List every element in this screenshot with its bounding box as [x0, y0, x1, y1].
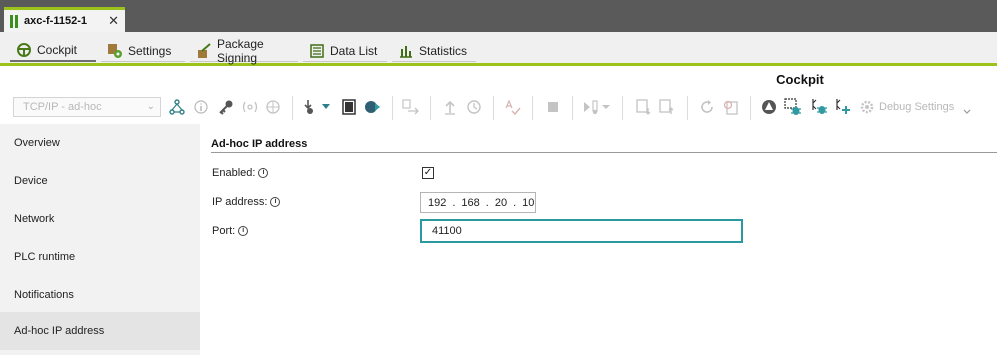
- run-debug-dropdown-icon[interactable]: [582, 97, 612, 117]
- sidebar-item-notifications[interactable]: Notifications: [0, 276, 200, 314]
- debug-bug-select-icon[interactable]: [783, 97, 803, 117]
- toolbar-overflow-chevron-icon[interactable]: [960, 106, 974, 118]
- sidebar-item-device[interactable]: Device: [0, 162, 200, 200]
- toolbar-separator: [493, 96, 494, 120]
- refresh-icon[interactable]: [697, 97, 717, 117]
- upload-icon[interactable]: [440, 97, 460, 117]
- reset-device-icon[interactable]: [721, 97, 741, 117]
- toolbar-separator: [430, 96, 431, 120]
- title-bar: axc-f-1152-1 ✕: [0, 0, 997, 32]
- tab-cockpit[interactable]: Cockpit: [10, 40, 96, 62]
- info-icon[interactable]: i: [238, 226, 249, 236]
- ip-address-label: IP address: i: [212, 196, 281, 208]
- wireless-icon[interactable]: [240, 97, 260, 117]
- spell-check-icon[interactable]: [503, 97, 523, 117]
- data-list-icon: [309, 43, 325, 59]
- toolbar-separator: [750, 96, 751, 120]
- network-topology-icon[interactable]: [167, 97, 187, 117]
- section-divider: [211, 152, 997, 153]
- network-scan-icon[interactable]: [263, 97, 283, 117]
- key-icon[interactable]: [216, 97, 236, 117]
- tab-settings-label: Settings: [128, 43, 172, 58]
- main-content: Ad-hoc IP address Enabled: i ✓ IP addres…: [200, 124, 997, 355]
- clock-icon[interactable]: [464, 97, 484, 117]
- toolbar-separator: [292, 96, 293, 120]
- device-window-icon[interactable]: [339, 97, 359, 117]
- sidebar-item-ad-hoc-ip-address[interactable]: Ad-hoc IP address: [0, 312, 200, 350]
- tab-data-list[interactable]: Data List: [303, 40, 387, 62]
- ip-separator: .: [452, 196, 456, 209]
- info-circle-icon[interactable]: [191, 97, 211, 117]
- statistics-bar-icon: [398, 43, 414, 59]
- checkmark-icon: ✓: [423, 167, 433, 178]
- view-tabs: Cockpit Settings Package Signing Data Li…: [0, 32, 997, 66]
- add-breakpoint-icon[interactable]: [833, 97, 853, 117]
- page-title: Cockpit: [776, 72, 824, 87]
- transfer-icon[interactable]: [401, 97, 421, 117]
- enabled-label: Enabled: i: [212, 167, 269, 179]
- ip-octet-3[interactable]: 20: [495, 197, 507, 209]
- connection-select[interactable]: TCP/IP - ad-hoc ⌄: [13, 97, 161, 117]
- device-icon: [10, 14, 18, 28]
- info-icon[interactable]: i: [258, 168, 269, 178]
- port-input[interactable]: 41100: [420, 219, 743, 243]
- ip-octet-2[interactable]: 168: [461, 197, 479, 209]
- debug-settings-gear-icon[interactable]: [857, 97, 877, 117]
- tab-package-signing-label: Package Signing: [217, 36, 264, 65]
- sidebar-nav: Overview Device Network PLC runtime Noti…: [0, 124, 200, 355]
- toolbar-separator: [572, 96, 573, 120]
- enabled-checkbox[interactable]: ✓: [422, 167, 434, 179]
- document-tab-title: axc-f-1152-1: [24, 15, 87, 27]
- tab-cockpit-label: Cockpit: [37, 43, 78, 57]
- globe-connect-icon[interactable]: [363, 97, 383, 117]
- tab-statistics-label: Statistics: [419, 43, 468, 58]
- sidebar-item-overview[interactable]: Overview: [0, 124, 200, 162]
- port-label-text: Port:: [212, 225, 236, 237]
- ip-octet-1[interactable]: 192: [428, 197, 446, 209]
- document-tab[interactable]: axc-f-1152-1 ✕: [4, 7, 125, 32]
- ip-separator: .: [485, 196, 489, 209]
- sidebar-item-network[interactable]: Network: [0, 200, 200, 238]
- write-memory-icon[interactable]: [634, 97, 654, 117]
- debug-bug-step-icon[interactable]: [809, 97, 829, 117]
- enabled-label-text: Enabled:: [212, 167, 256, 179]
- connection-select-value: TCP/IP - ad-hoc: [23, 101, 102, 113]
- ip-octet-4[interactable]: 10: [522, 197, 534, 209]
- close-tab-icon[interactable]: ✕: [108, 13, 119, 29]
- ip-address-field[interactable]: 192 . 168 . 20 . 10: [420, 192, 536, 213]
- toolbar-separator: [392, 96, 393, 120]
- read-memory-icon[interactable]: [657, 97, 677, 117]
- cockpit-toolbar: Cockpit TCP/IP - ad-hoc ⌄ Debug Settings: [0, 66, 997, 124]
- stop-icon[interactable]: [543, 97, 563, 117]
- tab-data-list-label: Data List: [330, 43, 378, 58]
- debug-settings-button[interactable]: Debug Settings: [879, 101, 954, 113]
- tab-settings[interactable]: Settings: [101, 40, 185, 62]
- tab-statistics[interactable]: Statistics: [392, 40, 476, 62]
- toolbar-separator: [622, 96, 623, 120]
- toolbar-separator: [687, 96, 688, 120]
- sidebar-item-plc-runtime[interactable]: PLC runtime: [0, 238, 200, 276]
- tab-package-signing[interactable]: Package Signing: [190, 36, 298, 65]
- package-signing-icon: [196, 42, 212, 59]
- chevron-down-icon: ⌄: [146, 101, 155, 112]
- info-icon[interactable]: i: [270, 197, 281, 207]
- section-title: Ad-hoc IP address: [211, 138, 308, 150]
- security-triangle-icon[interactable]: [759, 97, 779, 117]
- settings-gear-icon: [107, 43, 123, 59]
- caret-down-icon[interactable]: [319, 97, 333, 117]
- ip-address-label-text: IP address:: [212, 196, 268, 208]
- ip-separator: .: [513, 196, 517, 209]
- toolbar-separator: [532, 96, 533, 120]
- port-label: Port: i: [212, 225, 249, 237]
- steering-wheel-icon: [16, 42, 32, 58]
